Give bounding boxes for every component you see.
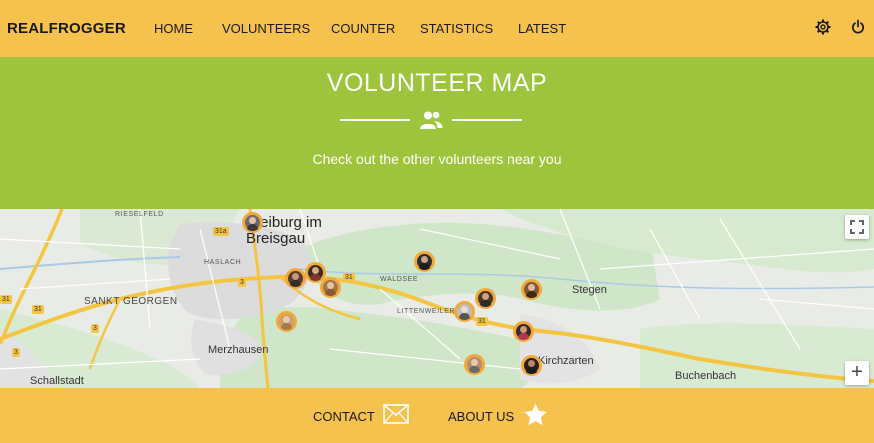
nav-counter[interactable]: COUNTER <box>331 21 395 36</box>
volunteer-marker[interactable] <box>454 301 475 322</box>
page-title: VOLUNTEER MAP <box>326 69 548 97</box>
place-buchenbach: Buchenbach <box>675 370 737 382</box>
hero-subtitle: Check out the other volunteers near you <box>312 151 562 167</box>
route-shield: 31 <box>0 295 12 304</box>
users-icon <box>420 111 443 129</box>
volunteer-map[interactable]: RIESELFELD HASLACH SANKT GEORGEN WALDSEE… <box>0 209 874 388</box>
place-kirchzarten: Kirchzarten <box>538 355 594 367</box>
nav-latest[interactable]: LATEST <box>518 21 566 36</box>
hero-banner: VOLUNTEER MAP Check out the other volunt… <box>0 57 874 209</box>
star-icon[interactable] <box>522 402 549 428</box>
place-schallstadt: Schallstadt <box>30 375 84 387</box>
volunteer-marker[interactable] <box>464 354 485 375</box>
fullscreen-button[interactable] <box>845 215 869 239</box>
route-shield: 3 <box>91 324 99 333</box>
volunteer-marker[interactable] <box>242 212 263 233</box>
footer-about[interactable]: ABOUT US <box>448 409 514 424</box>
route-shield: 31a <box>213 227 229 236</box>
volunteer-marker[interactable] <box>475 288 496 309</box>
place-waldsee: WALDSEE <box>380 276 419 283</box>
footer-contact[interactable]: CONTACT <box>313 409 375 424</box>
volunteer-marker[interactable] <box>285 268 306 289</box>
place-merzhausen: Merzhausen <box>208 344 269 356</box>
route-shield: 3 <box>12 348 20 357</box>
divider-left <box>340 119 410 121</box>
volunteer-marker[interactable] <box>320 277 341 298</box>
volunteer-marker[interactable] <box>521 279 542 300</box>
volunteer-marker[interactable] <box>414 251 435 272</box>
brand-logo[interactable]: REALFROGGER <box>7 20 126 37</box>
route-shield: 31 <box>32 305 44 314</box>
nav-home[interactable]: HOME <box>154 21 193 36</box>
place-sankt-georgen: SANKT GEORGEN <box>84 296 178 307</box>
divider-right <box>452 119 522 121</box>
zoom-in-button[interactable]: + <box>845 361 869 385</box>
volunteer-marker[interactable] <box>513 321 534 342</box>
route-shield: 31 <box>343 273 355 282</box>
place-rieselfeld: RIESELFELD <box>115 211 164 218</box>
nav-statistics[interactable]: STATISTICS <box>420 21 493 36</box>
fullscreen-icon <box>850 220 864 234</box>
nav-volunteers[interactable]: VOLUNTEERS <box>222 21 310 36</box>
envelope-icon[interactable] <box>383 404 409 424</box>
navbar: REALFROGGER HOME VOLUNTEERS COUNTER STAT… <box>0 0 874 57</box>
route-shield: 3 <box>238 278 246 287</box>
route-shield: 31 <box>476 317 488 326</box>
place-haslach: HASLACH <box>204 259 242 266</box>
power-icon[interactable] <box>850 19 866 35</box>
place-stegen: Stegen <box>572 284 607 296</box>
volunteer-marker[interactable] <box>276 311 297 332</box>
place-littenweiler: LITTENWEILER <box>397 308 456 315</box>
footer: CONTACT ABOUT US <box>0 388 874 443</box>
volunteer-marker[interactable] <box>521 355 542 376</box>
gear-icon[interactable] <box>815 19 831 35</box>
